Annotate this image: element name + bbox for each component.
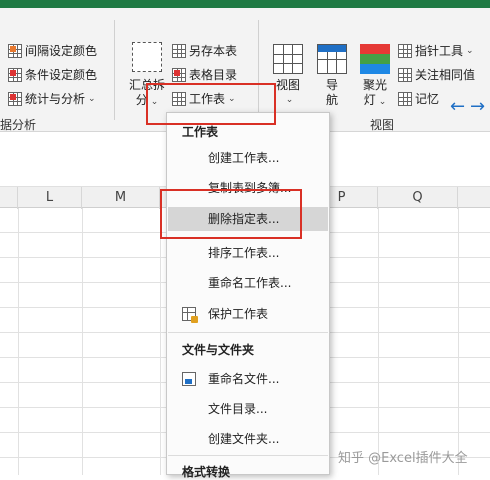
column-header-fragment bbox=[0, 187, 18, 209]
column-header-fragment bbox=[458, 187, 490, 209]
menu-item-protect-worksheet[interactable]: 保护工作表 bbox=[168, 302, 328, 326]
chevron-down-icon: ⌄ bbox=[466, 45, 474, 56]
annotation-box-worksheet-button bbox=[146, 83, 276, 125]
watermark: 知乎 @Excel插件大全 bbox=[338, 451, 468, 466]
menu-item-sort-worksheets[interactable]: 排序工作表... bbox=[168, 241, 328, 265]
menu-item-rename-files[interactable]: 重命名文件... bbox=[168, 367, 328, 391]
spotlight-button[interactable]: 聚光 灯 ⌄ bbox=[354, 78, 396, 110]
menu-section-title-format: 格式转换 bbox=[182, 465, 231, 479]
interval-color-button[interactable]: 间隔设定颜色 bbox=[8, 42, 97, 59]
condition-color-button[interactable]: 条件设定颜色 bbox=[8, 66, 97, 83]
forward-arrow-icon[interactable]: → bbox=[470, 98, 485, 116]
menu-item-create-worksheet[interactable]: 创建工作表... bbox=[168, 146, 328, 170]
menu-item-file-directory[interactable]: 文件目录... bbox=[168, 397, 328, 421]
sheet-directory-button[interactable]: 表格目录 bbox=[172, 66, 237, 83]
condition-color-icon bbox=[8, 67, 22, 82]
group-divider bbox=[114, 20, 115, 120]
summary-split-icon bbox=[132, 42, 162, 72]
menu-section-title-files: 文件与文件夹 bbox=[182, 343, 255, 357]
column-header-q[interactable]: Q bbox=[378, 187, 458, 209]
save-sheet-icon bbox=[172, 43, 186, 58]
annotation-box-delete-item bbox=[160, 189, 302, 239]
interval-color-icon bbox=[8, 43, 22, 58]
chevron-down-icon: ⌄ bbox=[378, 97, 387, 107]
group-label-analysis: 据分析 bbox=[0, 118, 37, 132]
same-value-button[interactable]: 关注相同值 bbox=[398, 66, 475, 83]
menu-section-title-worksheet: 工作表 bbox=[182, 125, 219, 139]
grid-column-line bbox=[160, 208, 161, 475]
view-icon bbox=[273, 44, 303, 74]
menu-item-rename-worksheets[interactable]: 重命名工作表... bbox=[168, 271, 328, 295]
rename-file-icon bbox=[182, 372, 196, 386]
column-header-m[interactable]: M bbox=[82, 187, 160, 209]
pointer-tool-icon bbox=[398, 43, 412, 58]
protect-sheet-icon bbox=[182, 307, 198, 323]
grid-column-line bbox=[378, 208, 379, 475]
back-arrow-icon[interactable]: ← bbox=[450, 98, 465, 116]
memory-button[interactable]: 记忆 bbox=[398, 90, 439, 107]
nav-button[interactable]: 导 航 bbox=[316, 78, 348, 108]
sheet-directory-icon bbox=[172, 67, 186, 82]
nav-icon bbox=[317, 44, 347, 74]
menu-item-create-folder[interactable]: 创建文件夹... bbox=[168, 427, 328, 451]
menu-divider bbox=[168, 455, 328, 456]
statistics-icon bbox=[8, 91, 22, 106]
menu-divider bbox=[168, 332, 328, 333]
worksheet-dropdown-menu: 工作表 创建工作表... 复制表到多簿... 删除指定表... 排序工作表...… bbox=[166, 112, 330, 479]
column-header-l[interactable]: L bbox=[18, 187, 82, 209]
chevron-down-icon: ⌄ bbox=[285, 95, 294, 105]
title-bar-strip bbox=[0, 0, 490, 8]
memory-icon bbox=[398, 91, 412, 106]
statistics-button[interactable]: 统计与分析 ⌄ bbox=[8, 90, 96, 107]
grid-column-line bbox=[82, 208, 83, 475]
group-label-view: 视图 bbox=[370, 118, 395, 132]
grid-column-line bbox=[458, 208, 459, 475]
grid-column-line bbox=[18, 208, 19, 475]
chevron-down-icon: ⌄ bbox=[88, 93, 96, 104]
same-value-icon bbox=[398, 67, 412, 82]
spotlight-icon bbox=[360, 44, 390, 74]
save-sheet-button[interactable]: 另存本表 bbox=[172, 42, 237, 59]
pointer-tool-button[interactable]: 指针工具 ⌄ bbox=[398, 42, 474, 59]
